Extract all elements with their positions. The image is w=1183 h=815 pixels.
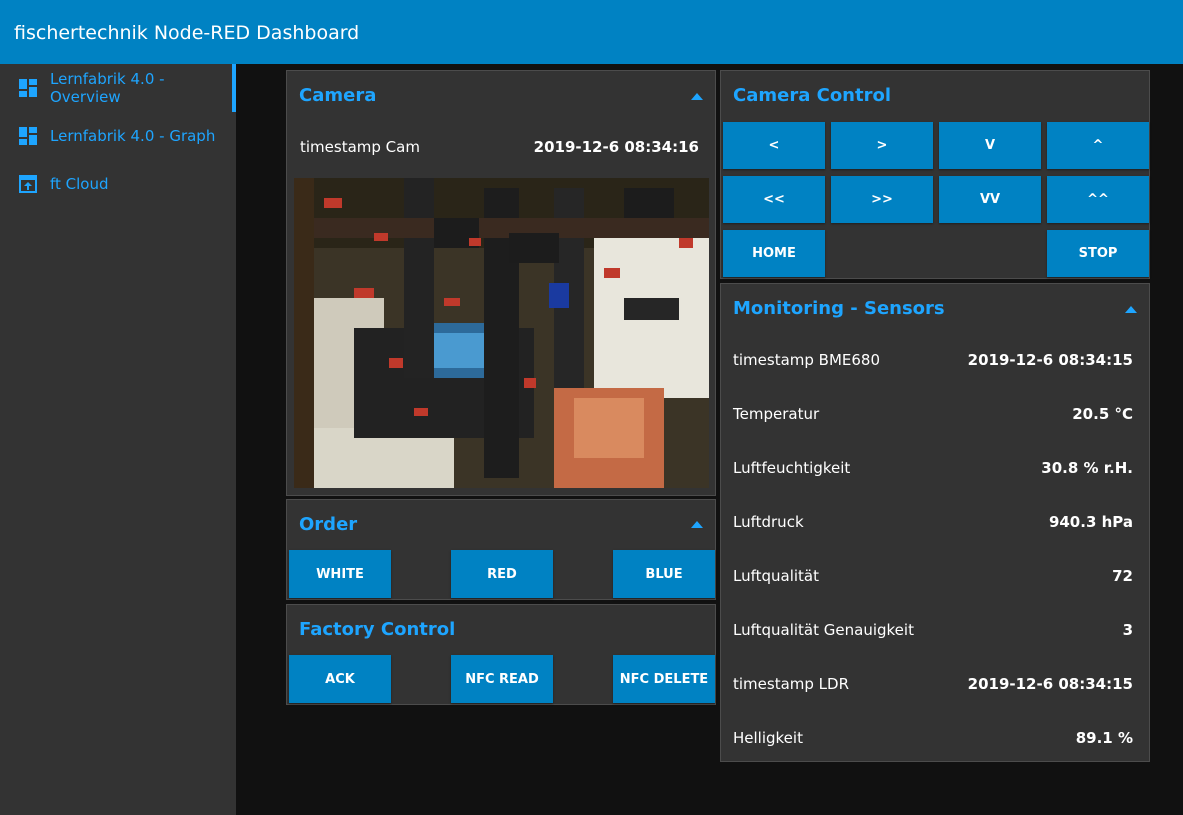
camera-image <box>294 178 709 488</box>
sensor-value: 89.1 % <box>1075 729 1133 747</box>
sensor-label: timestamp LDR <box>733 675 850 693</box>
sensor-value: 72 <box>1112 567 1133 585</box>
sensor-label: Helligkeit <box>733 729 803 747</box>
sensor-value: 30.8 % r.H. <box>1041 459 1133 477</box>
sensor-row: Luftdruck 940.3 hPa <box>733 513 1133 531</box>
camera-timestamp-label: timestamp Cam <box>300 138 420 156</box>
sensor-label: timestamp BME680 <box>733 351 881 369</box>
dashboard-icon <box>19 79 37 97</box>
sensor-value: 940.3 hPa <box>1048 513 1133 531</box>
sidebar-item-label: Lernfabrik 4.0 - Graph <box>50 127 216 145</box>
sensor-row: Helligkeit 89.1 % <box>733 729 1133 747</box>
tilt-up-button[interactable]: ^ <box>1047 122 1149 169</box>
sidebar-item-overview[interactable]: Lernfabrik 4.0 - Overview <box>0 64 236 112</box>
sensor-value: 3 <box>1122 621 1133 639</box>
pan-right-button[interactable]: > <box>831 122 933 169</box>
dashboard-icon <box>19 127 37 145</box>
pan-right-fast-button[interactable]: >> <box>831 176 933 223</box>
camera-card-title: Camera <box>299 85 377 106</box>
camera-card: Camera timestamp Cam 2019-12-6 08:34:16 <box>286 70 716 496</box>
sensor-value: 2019-12-6 08:34:15 <box>967 351 1133 369</box>
sensor-label: Luftqualität Genauigkeit <box>733 621 914 639</box>
factory-control-card: Factory Control ACK NFC READ NFC DELETE <box>286 604 716 705</box>
stop-button[interactable]: STOP <box>1047 230 1149 277</box>
sensor-row: timestamp BME680 2019-12-6 08:34:15 <box>733 351 1133 369</box>
order-card: Order WHITE RED BLUE <box>286 499 716 600</box>
sensor-label: Luftqualität <box>733 567 820 585</box>
sensor-label: Temperatur <box>733 405 820 423</box>
collapse-icon[interactable] <box>1125 306 1137 313</box>
collapse-icon[interactable] <box>691 93 703 100</box>
nfc-read-button[interactable]: NFC READ <box>451 655 553 703</box>
tilt-up-fast-button[interactable]: ^^ <box>1047 176 1149 223</box>
sensor-row: timestamp LDR 2019-12-6 08:34:15 <box>733 675 1133 693</box>
pan-left-button[interactable]: < <box>723 122 825 169</box>
camera-timestamp-value: 2019-12-6 08:34:16 <box>533 138 699 156</box>
sidebar: Lernfabrik 4.0 - Overview Lernfabrik 4.0… <box>0 64 236 815</box>
red-button[interactable]: RED <box>451 550 553 598</box>
monitoring-sensors-card: Monitoring - Sensors timestamp BME680 20… <box>720 283 1150 762</box>
sensor-row: Luftqualität Genauigkeit 3 <box>733 621 1133 639</box>
camera-control-card: Camera Control < > V ^ << >> VV ^^ HOME … <box>720 70 1150 279</box>
sensor-row: Temperatur 20.5 °C <box>733 405 1133 423</box>
blue-button[interactable]: BLUE <box>613 550 715 598</box>
tilt-down-fast-button[interactable]: VV <box>939 176 1041 223</box>
camera-control-card-title: Camera Control <box>733 85 892 106</box>
open-in-browser-icon <box>19 175 37 193</box>
ack-button[interactable]: ACK <box>289 655 391 703</box>
top-toolbar: fischertechnik Node-RED Dashboard <box>0 0 1183 64</box>
sidebar-item-label: Lernfabrik 4.0 - Overview <box>50 70 165 106</box>
order-card-title: Order <box>299 514 358 535</box>
sensor-row: Luftfeuchtigkeit 30.8 % r.H. <box>733 459 1133 477</box>
sensor-value: 2019-12-6 08:34:15 <box>967 675 1133 693</box>
monitoring-card-title: Monitoring - Sensors <box>733 298 945 319</box>
factory-control-card-title: Factory Control <box>299 619 456 640</box>
sensor-value: 20.5 °C <box>1072 405 1133 423</box>
sensor-row: Luftqualität 72 <box>733 567 1133 585</box>
camera-timestamp-row: timestamp Cam 2019-12-6 08:34:16 <box>300 138 699 156</box>
tilt-down-button[interactable]: V <box>939 122 1041 169</box>
nfc-delete-button[interactable]: NFC DELETE <box>613 655 715 703</box>
app-title: fischertechnik Node-RED Dashboard <box>14 22 360 44</box>
home-button[interactable]: HOME <box>723 230 825 277</box>
white-button[interactable]: WHITE <box>289 550 391 598</box>
sidebar-item-ft-cloud[interactable]: ft Cloud <box>0 160 236 208</box>
sidebar-item-graph[interactable]: Lernfabrik 4.0 - Graph <box>0 112 236 160</box>
sidebar-item-label: ft Cloud <box>50 175 109 193</box>
pan-left-fast-button[interactable]: << <box>723 176 825 223</box>
sensor-label: Luftfeuchtigkeit <box>733 459 851 477</box>
sensor-label: Luftdruck <box>733 513 804 531</box>
collapse-icon[interactable] <box>691 521 703 528</box>
